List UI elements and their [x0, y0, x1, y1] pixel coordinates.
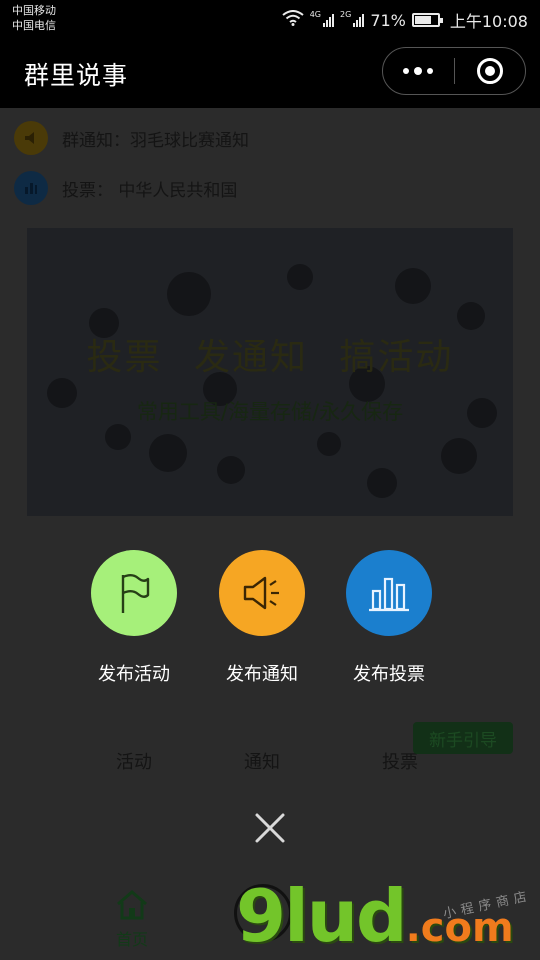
- network-type-2: 2G: [340, 9, 352, 19]
- publish-notice-circle: [219, 550, 305, 636]
- publish-activity-circle: [91, 550, 177, 636]
- screen: 中国移动 中国电信 4G 2G 71% 上午10:08 群里说事 群通知：羽毛球…: [0, 0, 540, 960]
- carrier-1: 中国移动: [12, 4, 56, 17]
- tab-home-label: 首页: [115, 930, 148, 949]
- activity-label: 活动: [116, 752, 152, 773]
- signal-bars-icon: [323, 13, 335, 27]
- battery-percent: 71%: [370, 10, 406, 30]
- publish-vote-circle: [346, 550, 432, 636]
- clock: 上午10:08: [449, 12, 528, 31]
- flag-icon: [121, 574, 150, 613]
- publish-vote-button[interactable]: 发布投票: [329, 550, 449, 686]
- close-icon: [255, 813, 285, 843]
- notice-item[interactable]: 群通知：羽毛球比赛通知: [14, 121, 249, 155]
- close-popup-button[interactable]: [250, 808, 290, 848]
- watermark-brand: 9lud: [236, 874, 408, 958]
- battery-icon: [411, 13, 443, 27]
- megaphone-icon: [14, 121, 48, 155]
- target-icon: [476, 58, 503, 84]
- carrier-2: 中国电信: [12, 19, 56, 32]
- megaphone-icon: [243, 576, 279, 610]
- nav-bar: 群里说事: [0, 38, 540, 108]
- watermark-logo: 9lud.com: [236, 874, 514, 960]
- notice-label: 群通知：羽毛球比赛通知: [62, 130, 249, 151]
- status-bar: 中国移动 中国电信 4G 2G 71% 上午10:08: [0, 0, 540, 38]
- mini-program-capsule: [382, 47, 526, 95]
- publish-notice-label: 发布通知: [226, 664, 298, 685]
- banner-title: 投票 发通知 搞活动: [86, 337, 454, 378]
- notice-label: 投票： 中华人民共和国: [62, 180, 238, 201]
- status-indicators: 4G 2G 71% 上午10:08: [282, 8, 528, 32]
- wifi-icon: [282, 10, 304, 30]
- promo-banner[interactable]: 投票 发通知 搞活动 常用工具/海量存储/永久保存: [27, 228, 513, 516]
- close-program-button[interactable]: [455, 48, 526, 94]
- banner-subtitle: 常用工具/海量存储/永久保存: [136, 400, 404, 424]
- network-type-1: 4G: [309, 9, 322, 19]
- bar-chart-icon: [369, 577, 409, 612]
- bar-chart-icon: [14, 171, 48, 205]
- publish-activity-label: 发布活动: [98, 664, 170, 685]
- tab-home[interactable]: 首页: [106, 890, 158, 950]
- home-icon: [117, 890, 147, 920]
- publish-activity-button[interactable]: 发布活动: [74, 550, 194, 686]
- site-watermark: 9lud.com 小程序商店: [236, 868, 540, 960]
- more-dots-icon: [403, 67, 434, 75]
- more-button[interactable]: [383, 48, 454, 94]
- signal-bars-icon: [353, 13, 365, 27]
- page-title: 群里说事: [24, 61, 129, 90]
- guide-button[interactable]: 新手引导: [413, 722, 513, 754]
- notice-label: 通知: [244, 752, 280, 773]
- publish-notice-button[interactable]: 发布通知: [202, 550, 322, 686]
- publish-vote-label: 发布投票: [353, 664, 425, 685]
- carrier-info: 中国移动 中国电信: [12, 3, 56, 33]
- notice-item[interactable]: 投票： 中华人民共和国: [14, 171, 237, 205]
